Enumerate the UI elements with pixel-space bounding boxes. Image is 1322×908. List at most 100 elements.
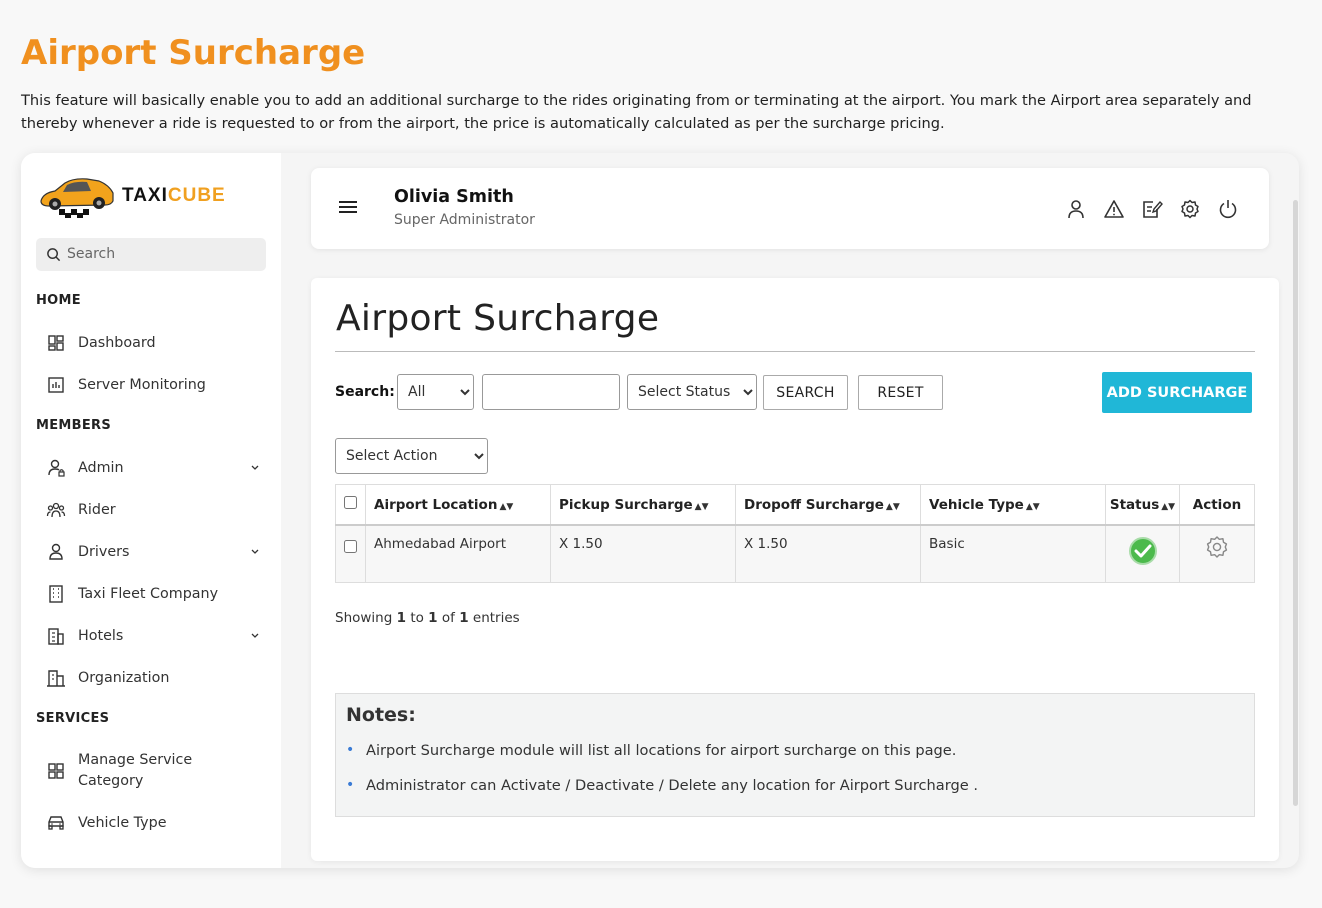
search-label: Search:	[335, 384, 395, 400]
sidebar-item-label: Organization	[78, 669, 170, 686]
note-item: Administrator can Activate / Deactivate …	[346, 774, 978, 797]
col-pickup-surcharge[interactable]: Pickup Surcharge ▲▼	[550, 484, 736, 526]
sidebar-item-label: Drivers	[78, 543, 130, 560]
section-home: HOME	[36, 293, 81, 308]
surcharge-table: Airport Location ▲▼ Pickup Surcharge ▲▼ Dr…	[335, 484, 1255, 583]
row-select-cell	[335, 524, 366, 583]
hamburger-menu-icon[interactable]	[339, 200, 358, 214]
sidebar-item-rider[interactable]: Rider	[36, 495, 266, 525]
main-area: Olivia Smith Super Administrator Airport…	[281, 153, 1299, 868]
page-title: Airport Surcharge	[336, 298, 660, 339]
notes-panel: Notes: Airport Surcharge module will lis…	[335, 693, 1255, 817]
sidebar-item-server-monitoring[interactable]: Server Monitoring	[36, 370, 266, 400]
cell-airport-location: Ahmedabad Airport	[365, 524, 551, 583]
section-services: SERVICES	[36, 711, 110, 726]
sort-icon: ▲▼	[1025, 502, 1040, 512]
intro-description: This feature will basically enable you t…	[21, 92, 1252, 132]
user-icon[interactable]	[1065, 198, 1087, 220]
row-checkbox[interactable]	[344, 539, 357, 553]
edit-icon[interactable]	[1141, 198, 1163, 220]
sort-icon: ▲▼	[694, 502, 709, 512]
cell-dropoff-surcharge: X 1.50	[735, 524, 921, 583]
search-field-select[interactable]: All	[397, 374, 474, 410]
col-airport-location[interactable]: Airport Location ▲▼	[365, 484, 551, 526]
select-all-checkbox[interactable]	[344, 496, 357, 509]
search-button[interactable]: SEARCH	[763, 375, 848, 410]
chevron-down-icon	[251, 633, 259, 638]
col-dropoff-surcharge[interactable]: Dropoff Surcharge ▲▼	[735, 484, 921, 526]
sidebar-item-manage-service-category[interactable]: Manage Service Category	[36, 748, 266, 794]
chevron-down-icon	[251, 465, 259, 470]
riders-icon	[46, 502, 66, 518]
user-name: Olivia Smith	[394, 187, 514, 207]
organization-icon	[47, 670, 65, 687]
pagination-info: Showing 1 to 1 of 1 entries	[335, 610, 520, 626]
sort-icon: ▲▼	[885, 502, 900, 512]
notes-list: Airport Surcharge module will list all l…	[346, 739, 978, 810]
cell-status	[1105, 524, 1180, 583]
col-action: Action	[1179, 484, 1255, 526]
cell-pickup-surcharge: X 1.50	[550, 524, 736, 583]
sidebar-search-input[interactable]	[67, 243, 257, 265]
car-icon	[48, 816, 64, 830]
col-vehicle-type[interactable]: Vehicle Type ▲▼	[920, 484, 1106, 526]
top-header: Olivia Smith Super Administrator	[311, 168, 1269, 249]
sidebar-item-vehicle-type[interactable]: Vehicle Type	[36, 808, 266, 838]
table-header-row: Airport Location ▲▼ Pickup Surcharge ▲▼ Dr…	[335, 484, 1255, 526]
cell-vehicle-type: Basic	[920, 524, 1106, 583]
intro-title: Airport Surcharge	[21, 33, 366, 73]
sidebar-item-dashboard[interactable]: Dashboard	[36, 328, 266, 358]
sort-icon: ▲▼	[499, 502, 514, 512]
status-filter-select[interactable]: Select Status	[627, 374, 757, 410]
app-screenshot-frame: TAXICUBE HOME Dashboard Server Monitorin…	[21, 153, 1299, 868]
sidebar-item-hotels[interactable]: Hotels	[36, 621, 266, 651]
power-icon[interactable]	[1217, 198, 1239, 220]
sidebar: TAXICUBE HOME Dashboard Server Monitorin…	[21, 153, 281, 868]
reset-button[interactable]: RESET	[858, 375, 943, 410]
driver-icon	[49, 543, 63, 560]
sidebar-search	[36, 238, 266, 271]
sidebar-item-organization[interactable]: Organization	[36, 663, 266, 693]
content-card: Airport Surcharge Search: All Select Sta…	[311, 278, 1279, 861]
sidebar-item-label: Hotels	[78, 627, 124, 644]
sidebar-item-label: Server Monitoring	[78, 376, 206, 393]
hotel-icon	[48, 628, 64, 645]
select-all-cell	[335, 484, 366, 526]
user-role: Super Administrator	[394, 212, 535, 228]
brand-name: TAXICUBE	[122, 185, 226, 206]
col-status[interactable]: Status ▲▼	[1105, 484, 1180, 526]
sidebar-item-label: Rider	[78, 501, 116, 518]
section-members: MEMBERS	[36, 418, 112, 433]
sidebar-item-label: Admin	[78, 459, 124, 476]
admin-icon	[48, 459, 65, 477]
cell-action	[1179, 524, 1255, 583]
settings-icon[interactable]	[1179, 198, 1201, 220]
dashboard-icon	[48, 335, 64, 351]
sidebar-item-taxi-fleet-company[interactable]: Taxi Fleet Company	[36, 579, 266, 609]
page-scrollbar[interactable]	[1293, 200, 1298, 806]
bulk-action-select[interactable]: Select Action	[335, 438, 488, 474]
sort-icon: ▲▼	[1161, 502, 1176, 512]
add-surcharge-button[interactable]: ADD SURCHARGE	[1102, 372, 1252, 413]
table-row: Ahmedabad Airport X 1.50 X 1.50 Basic	[335, 524, 1255, 583]
note-item: Airport Surcharge module will list all l…	[346, 739, 978, 762]
sidebar-item-label: Manage Service Category	[78, 752, 193, 789]
sidebar-item-drivers[interactable]: Drivers	[36, 537, 266, 567]
notes-title: Notes:	[346, 704, 416, 726]
building-icon	[49, 585, 63, 603]
sidebar-item-label: Vehicle Type	[78, 814, 167, 831]
sidebar-item-admin[interactable]: Admin	[36, 453, 266, 483]
grid-icon	[48, 763, 64, 779]
taxi-car-logo-icon	[40, 178, 114, 218]
status-active-icon[interactable]	[1128, 536, 1158, 566]
alert-icon[interactable]	[1103, 198, 1125, 220]
search-keyword-input[interactable]	[482, 374, 620, 410]
chevron-down-icon	[251, 549, 259, 554]
monitor-chart-icon	[48, 377, 64, 393]
logo[interactable]: TAXICUBE	[37, 173, 257, 219]
sidebar-item-label: Dashboard	[78, 334, 156, 351]
action-gear-icon[interactable]	[1204, 534, 1230, 560]
search-icon	[47, 248, 61, 262]
sidebar-item-label: Taxi Fleet Company	[78, 585, 219, 602]
title-divider	[335, 351, 1255, 352]
